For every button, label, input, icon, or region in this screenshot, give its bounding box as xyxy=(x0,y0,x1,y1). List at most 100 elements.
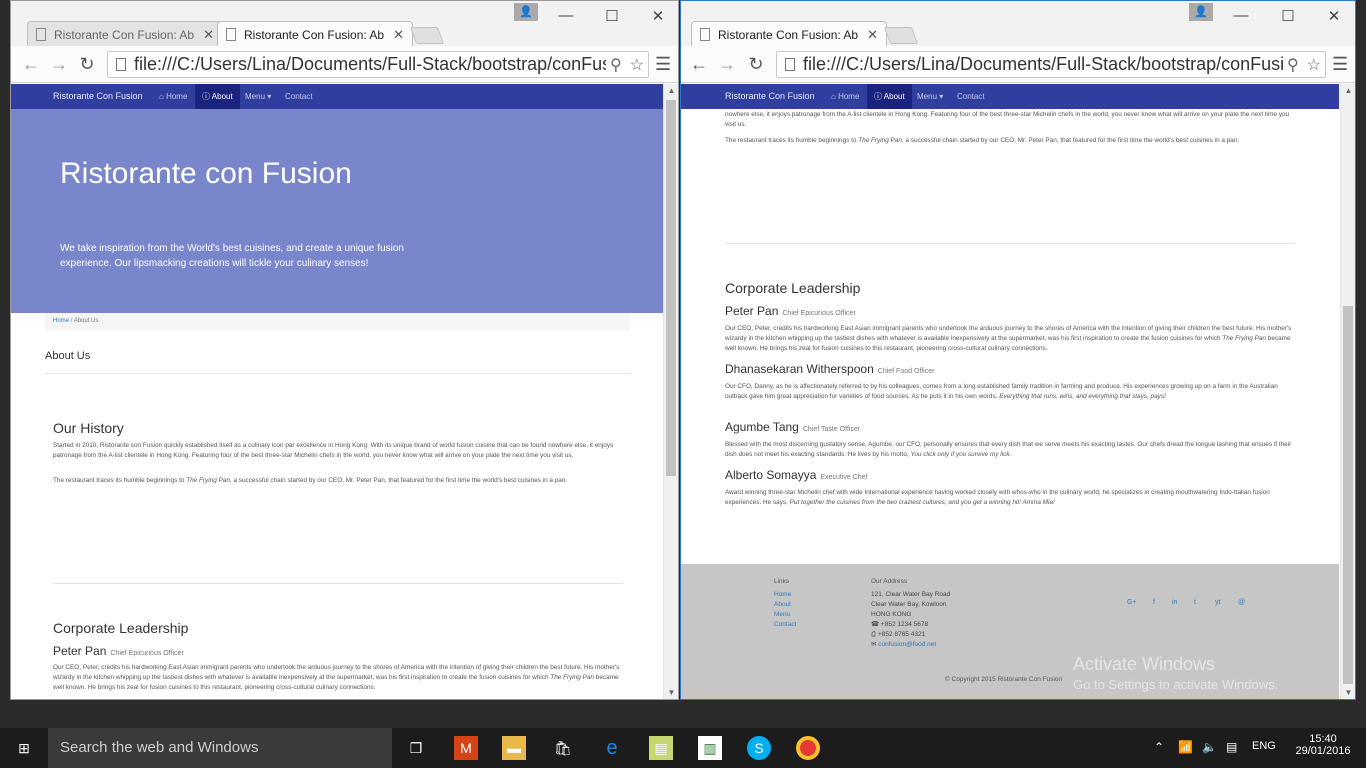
task-view-icon[interactable]: ❐ xyxy=(404,736,428,760)
leader-name: Peter Pan Chief Epicurious Officer xyxy=(725,304,856,318)
browser-tab[interactable]: Ristorante Con Fusion: Ab ✕ xyxy=(27,21,223,47)
nav-about[interactable]: ⓘ About xyxy=(195,84,240,109)
breadcrumb-separator: / xyxy=(70,318,73,324)
reload-icon[interactable]: ↻ xyxy=(746,54,766,75)
navbar-brand[interactable]: Ristorante Con Fusion xyxy=(53,91,143,101)
forward-icon[interactable]: → xyxy=(717,54,737,75)
edge-browser-icon[interactable]: e xyxy=(600,736,624,760)
maximize-icon[interactable]: ☐ xyxy=(1278,7,1298,25)
zoom-icon[interactable]: ⚲ xyxy=(610,55,622,75)
jumbotron: Ristorante con Fusion We take inspiratio… xyxy=(11,109,663,313)
divider xyxy=(725,243,1295,244)
nav-menu-dropdown[interactable]: Menu ▾ xyxy=(245,92,271,101)
email-link[interactable]: confusion@food.net xyxy=(878,641,936,648)
browser-tab-active[interactable]: Ristorante Con Fusion: Ab ✕ xyxy=(217,21,413,47)
scroll-down-icon[interactable]: ▼ xyxy=(1341,688,1355,697)
footer-address-title: Our Address xyxy=(871,578,908,585)
taskbar-search-box[interactable]: Search the web and Windows xyxy=(48,728,392,768)
chrome-menu-icon[interactable]: ☰ xyxy=(655,54,671,75)
nav-about[interactable]: ⓘ About xyxy=(867,84,912,109)
footer-link-menu[interactable]: Menu xyxy=(774,610,796,620)
network-icon[interactable]: 📶 xyxy=(1178,740,1193,754)
home-icon: ⌂ xyxy=(159,92,164,101)
close-tab-icon[interactable]: ✕ xyxy=(203,27,214,43)
show-hidden-icons-icon[interactable]: ⌃ xyxy=(1154,740,1164,754)
new-tab-button[interactable] xyxy=(409,27,445,44)
close-window-icon[interactable]: ✕ xyxy=(1324,7,1344,25)
nav-menu-dropdown[interactable]: Menu ▾ xyxy=(917,92,943,101)
store-icon[interactable]: 🛍 xyxy=(551,736,575,760)
twitter-icon[interactable]: t xyxy=(1194,599,1196,606)
youtube-icon[interactable]: yt xyxy=(1215,599,1220,606)
facebook-icon[interactable]: f xyxy=(1153,599,1155,606)
nav-contact[interactable]: Contact xyxy=(285,92,313,101)
breadcrumb-home-link[interactable]: Home xyxy=(53,318,69,324)
file-explorer-icon[interactable]: ▬ xyxy=(502,736,526,760)
footer-link-contact[interactable]: Contact xyxy=(774,620,796,630)
google-plus-icon[interactable]: G+ xyxy=(1127,599,1137,606)
footer-fax: ⎙ +852 8765 4321 xyxy=(871,631,926,638)
forward-icon[interactable]: → xyxy=(49,54,69,75)
chrome-menu-icon[interactable]: ☰ xyxy=(1332,54,1348,75)
leader-name: Peter Pan Chief Epicurious Officer xyxy=(53,644,184,658)
scroll-up-icon[interactable]: ▲ xyxy=(1341,86,1355,95)
spreadsheet-app-icon[interactable]: ▥ xyxy=(698,736,722,760)
leader-title: Chief Epicurious Officer xyxy=(782,310,856,317)
minimize-icon[interactable]: — xyxy=(556,7,576,24)
zoom-icon[interactable]: ⚲ xyxy=(1287,55,1299,75)
close-tab-icon[interactable]: ✕ xyxy=(393,27,404,43)
new-tab-button[interactable] xyxy=(883,27,919,44)
address-bar[interactable]: file:///C:/Users/Lina/Documents/Full-Sta… xyxy=(776,51,1326,78)
footer-link-home[interactable]: Home xyxy=(774,590,796,600)
footer-link-about[interactable]: About xyxy=(774,600,796,610)
scroll-down-icon[interactable]: ▼ xyxy=(664,688,678,697)
leader-name: Agumbe Tang Chief Taste Officer xyxy=(725,420,861,434)
address-bar[interactable]: file:///C:/Users/Lina/Documents/Full-Sta… xyxy=(107,51,649,78)
bookmark-star-icon[interactable]: ☆ xyxy=(1307,55,1321,75)
leader-title: Chief Epicurious Officer xyxy=(110,650,184,657)
scrollbar-thumb[interactable] xyxy=(1343,306,1353,684)
nav-home[interactable]: ⌂ Home xyxy=(831,92,859,101)
skype-icon[interactable]: S xyxy=(747,736,771,760)
vertical-scrollbar[interactable]: ▲ ▼ xyxy=(663,84,678,699)
activate-windows-title: Activate Windows xyxy=(1073,654,1216,674)
title-bar: Ristorante Con Fusion: Ab ✕ Ristorante C… xyxy=(11,1,678,47)
page-heading: About Us xyxy=(45,350,91,362)
chrome-icon[interactable] xyxy=(796,736,820,760)
nav-contact[interactable]: Contact xyxy=(957,92,985,101)
url-text: file:///C:/Users/Lina/Documents/Full-Sta… xyxy=(803,54,1283,74)
bookmark-star-icon[interactable]: ☆ xyxy=(630,55,644,75)
image-viewer-icon[interactable]: ▤ xyxy=(649,736,673,760)
action-center-icon[interactable]: ▤ xyxy=(1226,740,1237,754)
language-indicator[interactable]: ENG xyxy=(1252,740,1276,752)
breadcrumb: Home / About Us xyxy=(45,313,630,330)
close-window-icon[interactable]: ✕ xyxy=(648,7,668,25)
back-icon[interactable]: ← xyxy=(689,54,709,75)
divider xyxy=(45,373,630,374)
minimize-icon[interactable]: — xyxy=(1231,7,1251,24)
volume-icon[interactable]: 🔈 xyxy=(1202,740,1217,754)
url-text: file:///C:/Users/Lina/Documents/Full-Sta… xyxy=(134,54,606,74)
mail-icon[interactable]: @ xyxy=(1238,599,1245,606)
vertical-scrollbar[interactable]: ▲ ▼ xyxy=(1340,84,1355,699)
leader-title: Executive Chef xyxy=(820,474,868,481)
back-icon[interactable]: ← xyxy=(21,54,41,75)
scroll-up-icon[interactable]: ▲ xyxy=(664,86,678,95)
nav-home[interactable]: ⌂ Home xyxy=(159,92,187,101)
fax-icon: ⎙ xyxy=(871,631,877,638)
profile-icon[interactable]: 👤 xyxy=(1189,3,1213,21)
leader-bio: Our CEO, Peter, credits his hardworking … xyxy=(53,664,620,691)
linkedin-icon[interactable]: in xyxy=(1172,599,1177,606)
navbar-brand[interactable]: Ristorante Con Fusion xyxy=(725,91,815,101)
reload-icon[interactable]: ↻ xyxy=(77,54,97,75)
close-tab-icon[interactable]: ✕ xyxy=(867,27,878,43)
gmail-app-icon[interactable]: M xyxy=(454,736,478,760)
taskbar-clock[interactable]: 15:40 29/01/2016 xyxy=(1293,733,1353,757)
maximize-icon[interactable]: ☐ xyxy=(602,7,622,25)
title-bar: Ristorante Con Fusion: Ab ✕ 👤 — ☐ ✕ xyxy=(681,1,1355,47)
profile-icon[interactable]: 👤 xyxy=(514,3,538,21)
emphasis: The Frying Pan xyxy=(186,477,230,484)
scrollbar-thumb[interactable] xyxy=(666,100,676,476)
windows-start-icon[interactable]: ⊞ xyxy=(12,736,36,760)
browser-tab-active[interactable]: Ristorante Con Fusion: Ab ✕ xyxy=(691,21,887,47)
